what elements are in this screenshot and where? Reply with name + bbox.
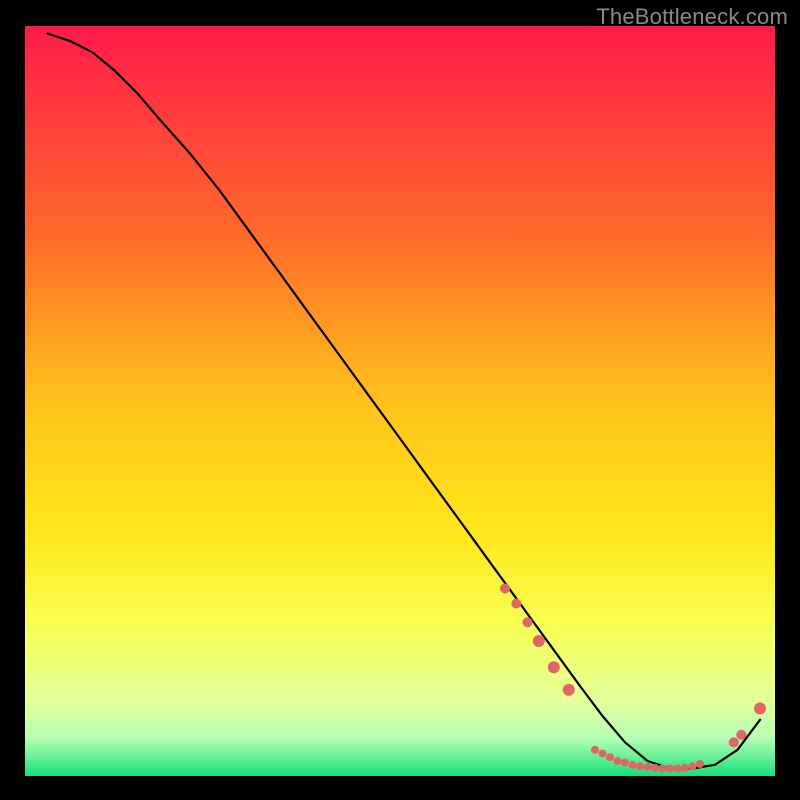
- highlight-dot: [729, 737, 739, 747]
- highlight-dot: [533, 635, 545, 647]
- highlight-dot: [659, 765, 667, 773]
- highlight-dot: [500, 584, 510, 594]
- highlight-dot: [548, 661, 560, 673]
- bottleneck-chart: [0, 0, 800, 800]
- highlight-dot: [689, 762, 697, 770]
- highlight-dot: [511, 599, 521, 609]
- highlight-dot: [606, 753, 614, 761]
- chart-frame: { "watermark": "TheBottleneck.com", "cha…: [0, 0, 800, 800]
- highlight-dot: [629, 761, 637, 769]
- highlight-dot: [696, 760, 704, 768]
- highlight-dot: [666, 765, 674, 773]
- highlight-dot: [591, 746, 599, 754]
- highlight-dot: [621, 759, 629, 767]
- highlight-dot: [754, 703, 766, 715]
- highlight-dot: [681, 764, 689, 772]
- highlight-dot: [736, 730, 746, 740]
- highlight-dot: [614, 757, 622, 765]
- highlight-dot: [523, 617, 533, 627]
- highlight-dot: [674, 765, 682, 773]
- plot-background: [25, 26, 775, 776]
- highlight-dot: [563, 684, 575, 696]
- highlight-dot: [636, 762, 644, 770]
- highlight-dot: [644, 763, 652, 771]
- highlight-dot: [599, 750, 607, 758]
- highlight-dot: [651, 764, 659, 772]
